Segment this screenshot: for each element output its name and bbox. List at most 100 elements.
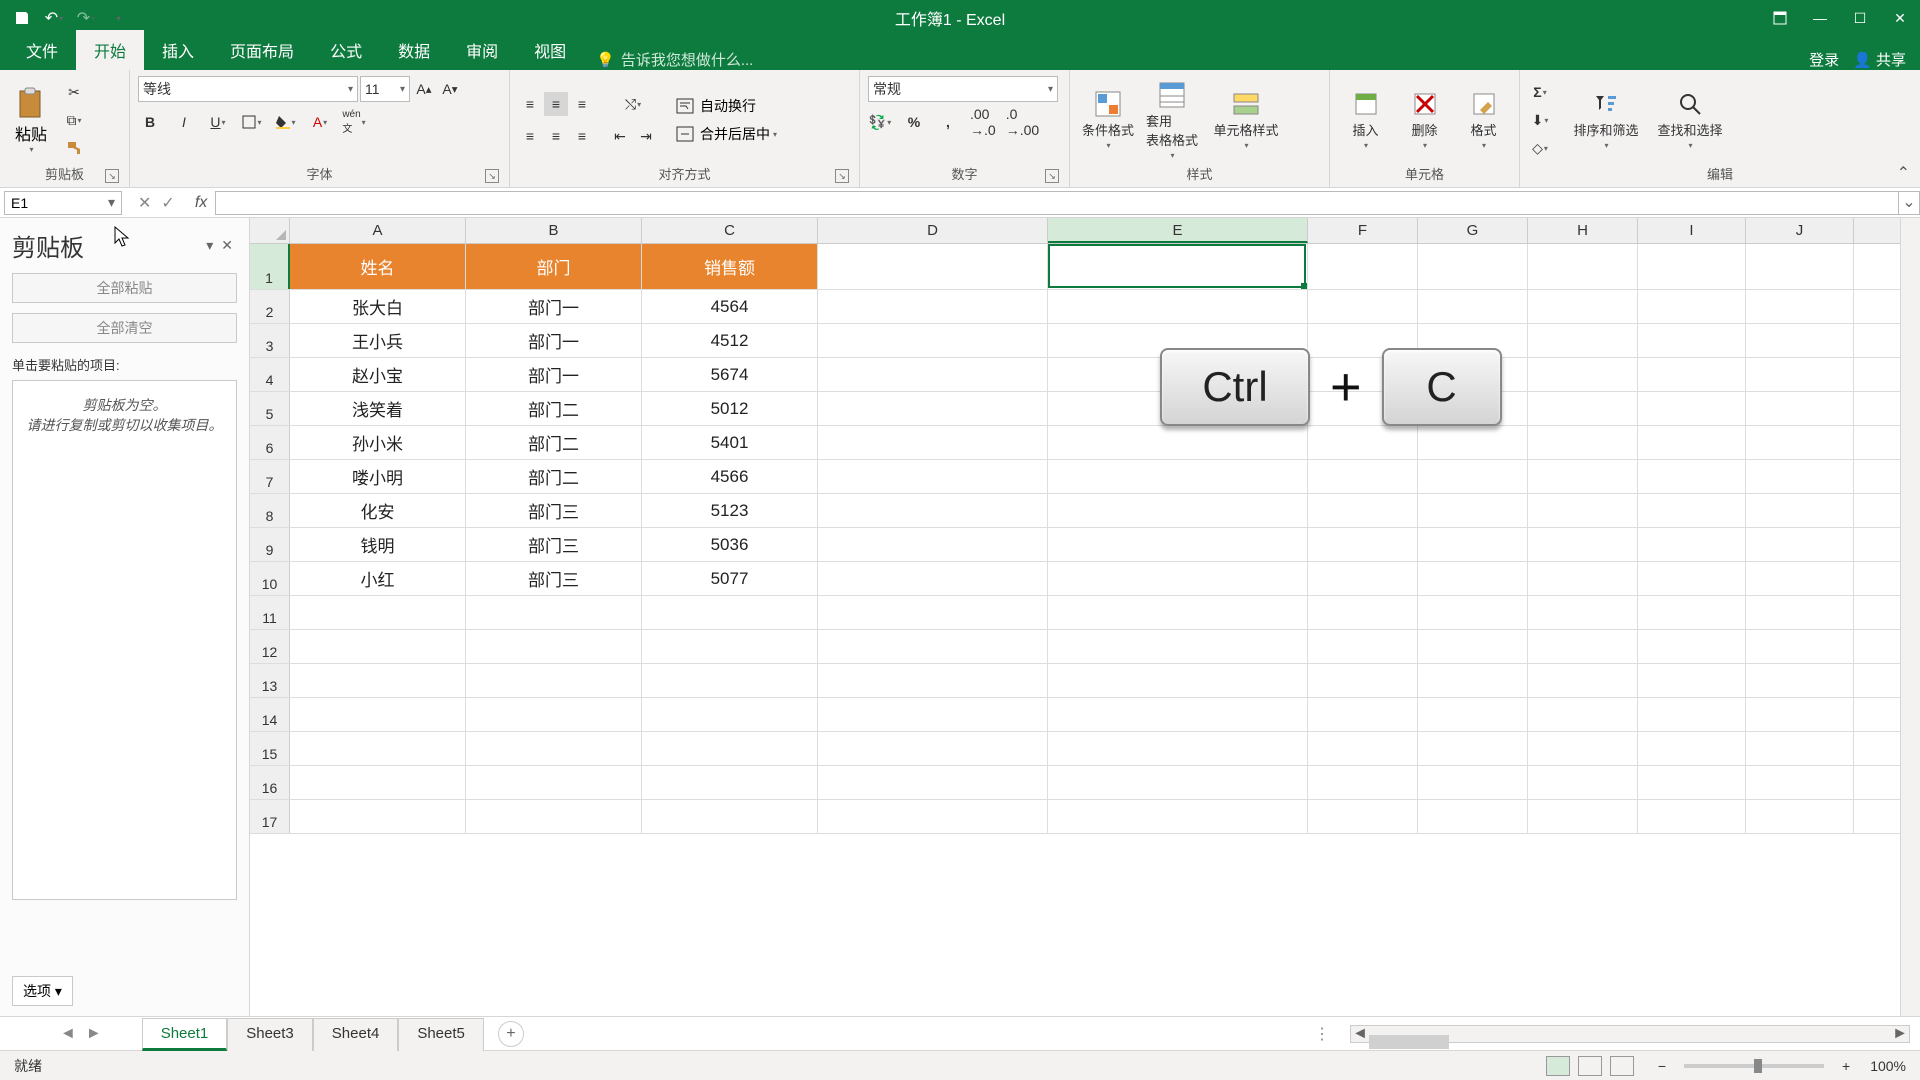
cell[interactable] xyxy=(818,698,1048,731)
cell[interactable] xyxy=(1638,766,1746,799)
format-painter-icon[interactable] xyxy=(62,136,86,160)
row-header[interactable]: 12 xyxy=(250,630,290,663)
cell[interactable] xyxy=(818,800,1048,833)
cell[interactable] xyxy=(1048,290,1308,323)
cell[interactable] xyxy=(1746,324,1854,357)
cell[interactable] xyxy=(1746,244,1854,289)
cell[interactable] xyxy=(818,596,1048,629)
cell[interactable] xyxy=(1048,800,1308,833)
cell[interactable]: 姓名 xyxy=(290,244,466,289)
cell[interactable] xyxy=(818,324,1048,357)
cell[interactable] xyxy=(1528,244,1638,289)
cell[interactable]: 部门一 xyxy=(466,324,642,357)
cell[interactable]: 张大白 xyxy=(290,290,466,323)
cell[interactable] xyxy=(466,800,642,833)
cell[interactable] xyxy=(1638,528,1746,561)
cell[interactable]: 王小兵 xyxy=(290,324,466,357)
row-header[interactable]: 5 xyxy=(250,392,290,425)
cell[interactable] xyxy=(1418,800,1528,833)
cell[interactable]: 钱明 xyxy=(290,528,466,561)
fill-color-button[interactable]: ▾ xyxy=(274,110,298,134)
tab-页面布局[interactable]: 页面布局 xyxy=(212,30,312,70)
cell[interactable] xyxy=(1308,494,1418,527)
tab-文件[interactable]: 文件 xyxy=(8,30,76,70)
format-cells-button[interactable]: 格式▾ xyxy=(1456,90,1511,150)
cell[interactable]: 部门 xyxy=(466,244,642,289)
cell[interactable] xyxy=(466,732,642,765)
cell[interactable] xyxy=(818,664,1048,697)
autosum-icon[interactable]: Σ▾ xyxy=(1528,80,1552,104)
zoom-in-icon[interactable]: + xyxy=(1842,1058,1850,1074)
cell[interactable] xyxy=(1746,596,1854,629)
cell[interactable] xyxy=(642,596,818,629)
cell[interactable] xyxy=(1746,528,1854,561)
wrap-text-button[interactable]: 自动换行 xyxy=(676,96,777,116)
cell[interactable] xyxy=(1418,698,1528,731)
find-select-button[interactable]: 查找和选择▾ xyxy=(1650,90,1730,150)
cell[interactable]: 部门二 xyxy=(466,460,642,493)
insert-cells-button[interactable]: 插入▾ xyxy=(1338,90,1393,150)
percent-icon[interactable]: % xyxy=(902,110,926,134)
cell[interactable] xyxy=(1638,562,1746,595)
column-header[interactable]: G xyxy=(1418,218,1528,243)
cell[interactable] xyxy=(1418,596,1528,629)
cell[interactable]: 部门三 xyxy=(466,494,642,527)
tab-开始[interactable]: 开始 xyxy=(76,30,144,70)
cell[interactable]: 赵小宝 xyxy=(290,358,466,391)
vertical-scrollbar[interactable] xyxy=(1900,218,1920,1016)
cell[interactable] xyxy=(1638,664,1746,697)
number-format-combo[interactable]: 常规▾ xyxy=(868,76,1058,102)
merge-center-button[interactable]: 合并后居中▾ xyxy=(676,124,777,144)
cell[interactable] xyxy=(1528,562,1638,595)
cell[interactable]: 部门三 xyxy=(466,562,642,595)
number-launcher-icon[interactable]: ↘ xyxy=(1045,169,1059,183)
cell[interactable] xyxy=(642,630,818,663)
horizontal-scrollbar[interactable]: ◄► xyxy=(1350,1025,1910,1043)
delete-cells-button[interactable]: 删除▾ xyxy=(1397,90,1452,150)
cell[interactable] xyxy=(818,630,1048,663)
cell[interactable] xyxy=(1528,460,1638,493)
cell[interactable] xyxy=(1048,494,1308,527)
cell[interactable]: 孙小米 xyxy=(290,426,466,459)
cell[interactable] xyxy=(466,766,642,799)
font-color-button[interactable]: A▾ xyxy=(308,110,332,134)
paste-button[interactable]: 粘贴▾ xyxy=(8,87,54,154)
cell[interactable] xyxy=(1746,562,1854,595)
cancel-formula-icon[interactable]: ✕ xyxy=(138,193,151,213)
cell[interactable] xyxy=(1048,596,1308,629)
border-button[interactable]: ▾ xyxy=(240,110,264,134)
cell[interactable] xyxy=(1638,392,1746,425)
align-center-icon[interactable]: ≡ xyxy=(544,124,568,148)
cell[interactable]: 部门三 xyxy=(466,528,642,561)
row-header[interactable]: 7 xyxy=(250,460,290,493)
cell[interactable] xyxy=(1308,698,1418,731)
tell-me-box[interactable]: 💡告诉我您想做什么... xyxy=(584,49,1795,70)
add-sheet-button[interactable]: + xyxy=(498,1021,524,1047)
cell[interactable] xyxy=(1528,494,1638,527)
cell[interactable] xyxy=(1418,562,1528,595)
cell[interactable] xyxy=(642,698,818,731)
cell[interactable] xyxy=(1418,766,1528,799)
zoom-level[interactable]: 100% xyxy=(1870,1058,1906,1074)
row-header[interactable]: 11 xyxy=(250,596,290,629)
cell[interactable] xyxy=(1048,528,1308,561)
maximize-icon[interactable]: ☐ xyxy=(1840,0,1880,36)
cell[interactable] xyxy=(642,732,818,765)
minimize-icon[interactable]: — xyxy=(1800,0,1840,36)
cell[interactable] xyxy=(1746,664,1854,697)
cell[interactable] xyxy=(1308,426,1418,459)
cell[interactable] xyxy=(1528,290,1638,323)
normal-view-icon[interactable] xyxy=(1546,1056,1570,1076)
close-icon[interactable]: ✕ xyxy=(1880,0,1920,36)
column-header[interactable]: D xyxy=(818,218,1048,243)
cell[interactable] xyxy=(1528,800,1638,833)
cell[interactable] xyxy=(290,596,466,629)
cell[interactable]: 5123 xyxy=(642,494,818,527)
column-header[interactable]: F xyxy=(1308,218,1418,243)
cell[interactable] xyxy=(642,766,818,799)
cell[interactable]: 4564 xyxy=(642,290,818,323)
cell[interactable] xyxy=(1048,630,1308,663)
cell[interactable] xyxy=(1746,426,1854,459)
cell[interactable] xyxy=(818,358,1048,391)
cell[interactable] xyxy=(1048,426,1308,459)
